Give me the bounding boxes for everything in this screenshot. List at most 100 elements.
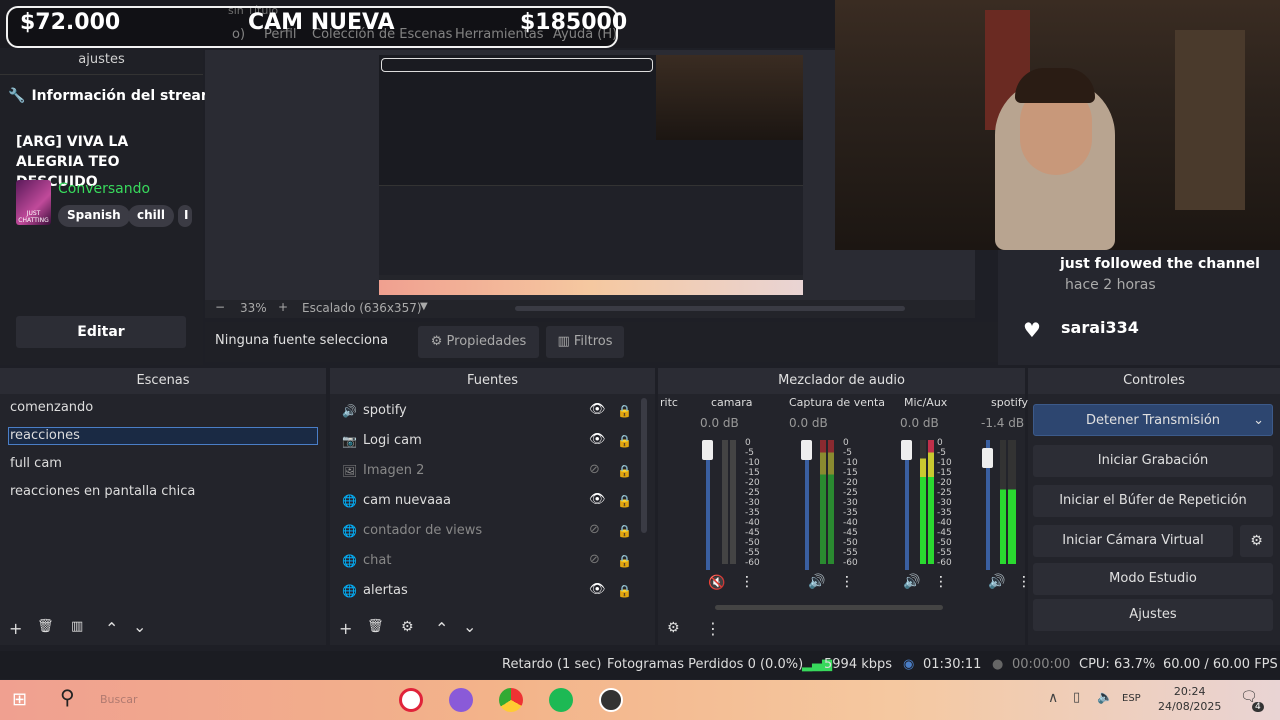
search-placeholder[interactable]: Buscar xyxy=(100,693,138,706)
eye-icon[interactable]: 👁 xyxy=(589,432,606,447)
fader-knob[interactable] xyxy=(901,440,912,460)
more-options-icon[interactable]: ⋮ xyxy=(740,574,754,590)
mixer-channel-name: ritc xyxy=(660,396,678,409)
search-icon[interactable]: ⚲ xyxy=(60,685,75,709)
zoom-out-button[interactable]: − xyxy=(215,300,225,314)
system-clock[interactable]: 20:24 24/08/2025 xyxy=(1158,684,1221,714)
source-item[interactable]: cam nuevaaa xyxy=(363,493,451,508)
filter-icon: ▥ xyxy=(557,334,570,349)
virtual-camera-button[interactable]: Iniciar Cámara Virtual xyxy=(1033,525,1233,557)
language-indicator[interactable]: ESP xyxy=(1122,693,1141,704)
source-item-hidden[interactable]: Imagen 2 xyxy=(363,463,424,478)
add-source-button[interactable]: + xyxy=(339,619,352,638)
more-options-icon[interactable]: ⋮ xyxy=(840,574,854,590)
stream-category[interactable]: Conversando xyxy=(58,181,150,197)
window-frame xyxy=(1175,30,1245,210)
gear-icon[interactable]: ⚙ xyxy=(1240,525,1273,557)
windows-start-icon[interactable]: ⊞ xyxy=(12,689,27,710)
sources-title: Fuentes xyxy=(330,368,655,394)
trash-icon[interactable]: 🗑 xyxy=(367,619,384,634)
source-item-hidden[interactable]: contador de views xyxy=(363,523,482,538)
fader-knob[interactable] xyxy=(801,440,812,460)
speaker-icon[interactable]: 🔊 xyxy=(988,574,1005,590)
source-item[interactable]: Logi cam xyxy=(363,433,422,448)
move-down-icon[interactable]: ⌄ xyxy=(463,617,476,636)
lock-icon[interactable]: 🔒 xyxy=(617,554,632,568)
eye-off-icon[interactable]: ⊘ xyxy=(589,552,600,567)
tag-more[interactable]: I xyxy=(178,205,192,227)
eye-off-icon[interactable]: ⊘ xyxy=(589,462,600,477)
battery-icon[interactable]: ▯ xyxy=(1073,690,1080,705)
program-preview[interactable] xyxy=(379,55,803,295)
scene-item[interactable]: comenzando xyxy=(10,400,93,415)
scene-filters-icon[interactable]: ▥ xyxy=(71,619,83,634)
eye-icon[interactable]: 👁 xyxy=(589,582,606,597)
advanced-audio-icon[interactable]: ⚙ xyxy=(667,620,680,636)
zoom-in-button[interactable]: + xyxy=(278,300,288,314)
wrench-icon: 🔧 xyxy=(8,88,26,104)
eye-icon[interactable]: 👁 xyxy=(589,492,606,507)
speaker-icon[interactable]: 🔊 xyxy=(903,574,920,590)
mixer-channel-name: Captura de venta xyxy=(789,396,885,409)
settings-button[interactable]: Ajustes xyxy=(1033,599,1273,631)
discord-icon[interactable] xyxy=(449,688,473,712)
stop-stream-button[interactable]: Detener Transmisión ⌄ xyxy=(1033,404,1273,436)
eye-icon[interactable]: 👁 xyxy=(589,402,606,417)
more-options-icon[interactable]: ⋮ xyxy=(705,619,721,638)
tag-spanish[interactable]: Spanish xyxy=(58,205,130,227)
scenes-title: Escenas xyxy=(0,368,326,394)
lock-icon[interactable]: 🔒 xyxy=(617,464,632,478)
db-scale: 0 -5 -10 -15 -20 -25 -30 -35 -40 -45 -50 -55 -60 xyxy=(843,438,858,568)
edit-button[interactable]: Editar xyxy=(16,316,186,348)
filters-button[interactable]: ▥ Filtros xyxy=(546,326,624,358)
spotify-icon[interactable] xyxy=(549,688,573,712)
obs-icon[interactable] xyxy=(599,688,623,712)
lock-icon[interactable]: 🔒 xyxy=(617,404,632,418)
lock-icon[interactable]: 🔒 xyxy=(617,434,632,448)
muted-speaker-icon[interactable]: 🔇 xyxy=(708,575,725,591)
fader-knob[interactable] xyxy=(982,448,993,468)
lock-icon[interactable]: 🔒 xyxy=(617,494,632,508)
move-up-icon[interactable]: ⌃ xyxy=(435,619,448,638)
speaker-icon[interactable]: 🔊 xyxy=(808,574,825,590)
db-scale-tick: -20 xyxy=(843,478,858,488)
preview-scrollbar[interactable] xyxy=(515,306,905,311)
db-scale-tick: -45 xyxy=(937,528,952,538)
db-scale-tick: -15 xyxy=(843,468,858,478)
volume-icon[interactable]: 🔈 xyxy=(1097,690,1113,705)
chevron-up-icon[interactable]: ∧ xyxy=(1048,690,1058,706)
source-item-hidden[interactable]: chat xyxy=(363,553,391,568)
scene-item[interactable]: full cam xyxy=(10,456,62,471)
scene-item-selected[interactable]: reacciones xyxy=(10,428,80,443)
mixer-scrollbar[interactable] xyxy=(715,605,943,610)
chevron-down-icon[interactable]: ▼ xyxy=(420,301,428,312)
lock-icon[interactable]: 🔒 xyxy=(617,524,632,538)
chevron-down-icon[interactable]: ⌄ xyxy=(1253,405,1264,437)
source-item[interactable]: alertas xyxy=(363,583,408,598)
more-options-icon[interactable]: ⋮ xyxy=(934,574,948,590)
studio-mode-button[interactable]: Modo Estudio xyxy=(1033,563,1273,595)
lock-icon[interactable]: 🔒 xyxy=(617,584,632,598)
sources-scrollbar[interactable] xyxy=(641,398,647,533)
move-down-icon[interactable]: ⌄ xyxy=(133,617,146,636)
replay-buffer-button[interactable]: Iniciar el Búfer de Repetición xyxy=(1033,485,1273,517)
stream-info-header: 🔧 Información del stream xyxy=(8,88,215,104)
camera-icon: 📷 xyxy=(342,434,357,448)
source-item[interactable]: spotify xyxy=(363,403,407,418)
properties-button[interactable]: ⚙ Propiedades xyxy=(418,326,539,358)
start-recording-button[interactable]: Iniciar Grabación xyxy=(1033,445,1273,477)
add-scene-button[interactable]: + xyxy=(9,619,22,638)
image-icon: 🖼 xyxy=(342,464,358,478)
notification-count: 4 xyxy=(1252,702,1264,712)
chrome-icon[interactable] xyxy=(499,688,523,712)
tag-chill[interactable]: chill xyxy=(128,205,174,227)
dropped-frames: Fotogramas Perdidos 0 (0.0%) xyxy=(607,657,804,672)
trash-icon[interactable]: 🗑 xyxy=(37,619,54,634)
db-scale-tick: -35 xyxy=(843,508,858,518)
fader-knob[interactable] xyxy=(702,440,713,460)
move-up-icon[interactable]: ⌃ xyxy=(105,619,118,638)
eye-off-icon[interactable]: ⊘ xyxy=(589,522,600,537)
opera-icon[interactable] xyxy=(399,688,423,712)
gear-icon[interactable]: ⚙ xyxy=(401,619,414,635)
scene-item[interactable]: reacciones en pantalla chica xyxy=(10,484,195,499)
